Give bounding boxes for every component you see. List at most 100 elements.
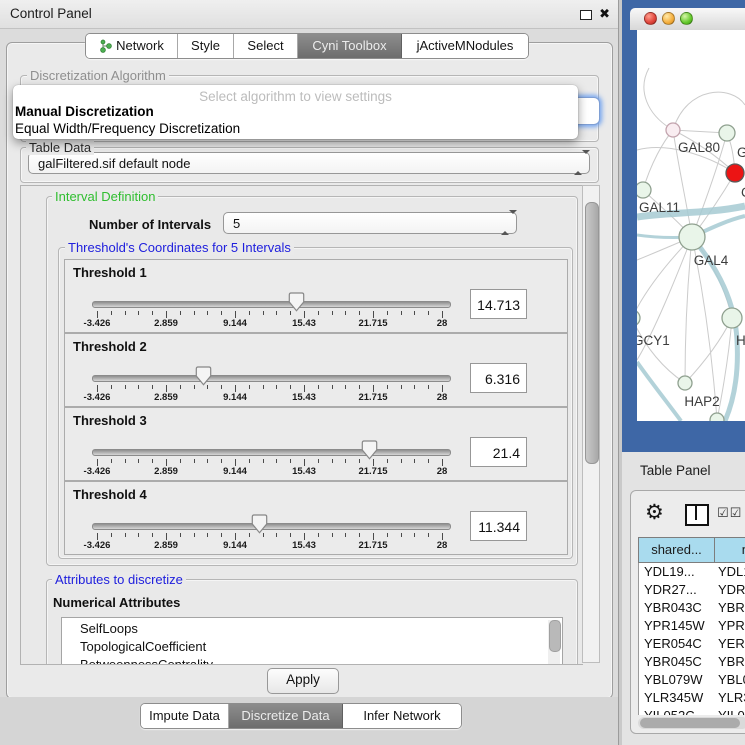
major-tick — [442, 311, 443, 318]
threshold-value-field[interactable]: 6.316 — [470, 363, 527, 393]
network-node-green[interactable] — [637, 310, 640, 326]
minor-tick — [152, 311, 153, 315]
apply-button[interactable]: Apply — [267, 668, 339, 694]
table-row[interactable]: YPR145WYPR1 — [639, 617, 745, 635]
table-data-combobox[interactable]: galFiltered.sif default node — [28, 152, 590, 174]
column-header-name[interactable]: na — [714, 537, 745, 563]
minor-tick — [387, 311, 388, 315]
minor-tick — [359, 311, 360, 315]
slider-thumb[interactable] — [251, 514, 268, 534]
threshold-label: Threshold 1 — [73, 265, 147, 280]
cell-name: YDR2 — [718, 582, 745, 597]
column-header-shared-name[interactable]: shared... — [638, 537, 715, 563]
slider-thumb[interactable] — [195, 366, 212, 386]
major-tick — [373, 533, 374, 540]
tab-cyni-toolbox[interactable]: Cyni Toolbox — [298, 34, 402, 58]
menu-item-equal-width-frequency[interactable]: Equal Width/Frequency Discretization — [15, 121, 240, 136]
close-light-icon[interactable] — [644, 12, 657, 25]
minor-tick — [221, 459, 222, 463]
threshold-value-field[interactable]: 11.344 — [470, 511, 527, 541]
cell-shared-name: YDR27... — [644, 582, 697, 597]
slider-thumb[interactable] — [361, 440, 378, 460]
table-row[interactable]: YDL19...YDL1 — [639, 563, 745, 581]
attributes-group-label: Attributes to discretize — [52, 572, 186, 587]
minor-tick — [290, 385, 291, 389]
float-window-icon[interactable] — [580, 10, 592, 20]
zoom-light-icon[interactable] — [680, 12, 693, 25]
network-canvas[interactable]: GAL80GACGAL11GAL4GCY1HHAP2 — [637, 30, 745, 421]
table-row[interactable]: YLR345WYLR3 — [639, 689, 745, 707]
number-of-intervals-combobox[interactable]: 5 — [223, 212, 517, 234]
discretization-algorithm-label: Discretization Algorithm — [27, 68, 169, 83]
minor-tick — [194, 533, 195, 537]
tab-jactivemnodules[interactable]: jActiveMNodules — [402, 34, 528, 58]
algorithm-placeholder: Select algorithm to view settings — [13, 89, 578, 104]
checkbox-icons[interactable]: ☑☑ — [717, 505, 742, 521]
attribute-item[interactable]: SelfLoops — [80, 621, 138, 636]
threshold-value-field[interactable]: 14.713 — [470, 289, 527, 319]
major-tick — [166, 533, 167, 540]
threshold-slider[interactable] — [92, 375, 451, 382]
control-panel-window: Control Panel ✖ NetworkStyleSelectCyni T… — [0, 0, 619, 745]
threshold-panel: Threshold 1 14.713 -3.4262.8599.14415.43… — [64, 259, 568, 333]
close-icon[interactable]: ✖ — [599, 6, 610, 22]
network-node-green[interactable] — [678, 376, 692, 390]
table-row[interactable]: YER054CYER0 — [639, 635, 745, 653]
number-of-intervals-label: Number of Intervals — [89, 217, 211, 232]
slider-thumb[interactable] — [288, 292, 305, 312]
tab-network[interactable]: Network — [86, 34, 178, 58]
node-table[interactable]: YDL19...YDL1YDR27... YDR2 YBR043CYBR0YPR14… — [638, 563, 745, 715]
table-hscrollbar[interactable] — [638, 717, 745, 729]
table-row[interactable]: YBL079WYBL0 — [639, 671, 745, 689]
minor-tick — [318, 311, 319, 315]
table-row[interactable]: YIL052CYIL0 — [639, 707, 745, 715]
network-node-green[interactable] — [719, 125, 735, 141]
table-row[interactable]: YDR27... YDR2 — [639, 581, 745, 599]
tab-label: Network — [116, 34, 164, 58]
minor-tick — [125, 311, 126, 315]
threshold-label: Threshold 2 — [73, 339, 147, 354]
table-row[interactable]: YBR043CYBR0 — [639, 599, 745, 617]
attribute-item[interactable]: BetweennessCentrality — [80, 657, 213, 665]
minor-tick — [401, 311, 402, 315]
attribute-item[interactable]: TopologicalCoefficient — [80, 639, 206, 654]
menu-item-manual-discretization[interactable]: Manual Discretization — [15, 104, 154, 119]
minor-tick — [138, 311, 139, 315]
list-scrollbar[interactable] — [548, 620, 560, 665]
tab-impute-data[interactable]: Impute Data — [141, 704, 229, 728]
minor-tick — [332, 533, 333, 537]
tab-select[interactable]: Select — [234, 34, 298, 58]
major-tick — [442, 459, 443, 466]
gear-icon[interactable]: ⚙ — [645, 500, 664, 525]
network-node-red[interactable] — [726, 164, 744, 182]
cell-name: YER0 — [718, 636, 745, 651]
threshold-slider[interactable] — [92, 449, 451, 456]
minor-tick — [414, 533, 415, 537]
tick-label: -3.426 — [72, 466, 122, 477]
tab-infer-network[interactable]: Infer Network — [343, 704, 461, 728]
numerical-attributes-label: Numerical Attributes — [53, 595, 180, 610]
tab-discretize-data[interactable]: Discretize Data — [229, 704, 343, 728]
column-browser-icon[interactable] — [685, 504, 709, 526]
minimize-light-icon[interactable] — [662, 12, 675, 25]
tab-style[interactable]: Style — [178, 34, 234, 58]
network-node-green[interactable] — [722, 308, 742, 328]
network-node-green[interactable] — [637, 182, 651, 198]
network-node-pink[interactable] — [666, 123, 680, 137]
minor-tick — [138, 385, 139, 389]
threshold-value-field[interactable]: 21.4 — [470, 437, 527, 467]
settings-scrollbar[interactable] — [582, 185, 600, 663]
tick-label: 21.715 — [348, 540, 398, 551]
network-node-green[interactable] — [710, 413, 724, 421]
cyni-mode-tab-bar: Impute DataDiscretize DataInfer Network — [140, 703, 462, 729]
minor-tick — [401, 459, 402, 463]
minor-tick — [401, 533, 402, 537]
threshold-slider[interactable] — [92, 301, 451, 308]
major-tick — [304, 533, 305, 540]
numerical-attributes-list[interactable]: SelfLoops TopologicalCoefficient Betweenne… — [61, 617, 563, 665]
threshold-slider[interactable] — [92, 523, 451, 530]
network-node-green[interactable] — [679, 224, 705, 250]
table-panel: Table Panel ⚙ ☑☑ shared... na YDL19...YD… — [622, 452, 745, 745]
table-row[interactable]: YBR045CYBR0 — [639, 653, 745, 671]
cell-name: YDL1 — [718, 564, 745, 579]
